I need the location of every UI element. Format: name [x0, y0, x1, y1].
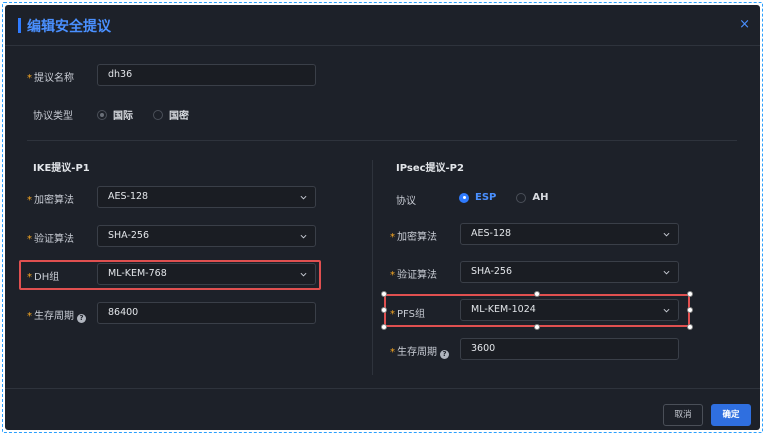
radio-dot-icon: [97, 109, 107, 120]
required-marker: *: [27, 73, 32, 84]
edit-proposal-dialog: 编辑安全提议 × * 提议名称 dh36 协议类型 国际 国密 IKE提议-P1 …: [5, 5, 760, 430]
ike-dh-label: * DH组: [27, 272, 60, 283]
resize-handle[interactable]: [381, 291, 387, 297]
ipsec-protocol-label: 协议: [396, 196, 416, 207]
chevron-down-icon: [663, 270, 670, 275]
radio-dot-icon: [459, 192, 469, 203]
chevron-down-icon: [300, 234, 307, 239]
title-accent-bar: [18, 18, 21, 33]
ipsec-pfs-select[interactable]: ML-KEM-1024: [460, 299, 679, 321]
resize-handle[interactable]: [534, 291, 540, 297]
resize-handle[interactable]: [687, 291, 693, 297]
resize-handle[interactable]: [381, 307, 387, 313]
resize-handle[interactable]: [687, 307, 693, 313]
resize-handle[interactable]: [381, 324, 387, 330]
ike-auth-label: * 验证算法: [27, 234, 74, 245]
ike-encryption-label: * 加密算法: [27, 195, 74, 206]
ipsec-section-title: IPsec提议-P2: [396, 163, 464, 174]
ipsec-lifetime-label: * 生存周期?: [390, 343, 449, 359]
ike-lifetime-label: * 生存周期?: [27, 307, 86, 323]
chevron-down-icon: [300, 195, 307, 200]
proposal-name-input[interactable]: dh36: [97, 64, 316, 86]
ipsec-encryption-select[interactable]: AES-128: [460, 223, 679, 245]
help-icon[interactable]: ?: [440, 350, 449, 359]
ipsec-auth-select[interactable]: SHA-256: [460, 261, 679, 283]
radio-dot-icon: [516, 192, 527, 203]
column-divider: [372, 160, 373, 375]
confirm-button[interactable]: 确定: [711, 404, 751, 426]
radio-national[interactable]: 国密: [153, 107, 189, 122]
chevron-down-icon: [663, 232, 670, 237]
help-icon[interactable]: ?: [77, 314, 86, 323]
ipsec-pfs-label: * PFS组: [390, 309, 425, 320]
ike-lifetime-input[interactable]: 86400: [97, 302, 316, 324]
resize-handle[interactable]: [534, 324, 540, 330]
ike-auth-select[interactable]: SHA-256: [97, 225, 316, 247]
section-divider: [27, 140, 737, 141]
ipsec-auth-label: * 验证算法: [390, 270, 437, 281]
radio-ah[interactable]: AH: [516, 192, 548, 203]
proposal-name-label: * 提议名称: [27, 73, 74, 84]
header-divider: [5, 45, 760, 46]
ipsec-encryption-label: * 加密算法: [390, 232, 437, 243]
protocol-type-label: 协议类型: [33, 111, 73, 122]
resize-handle[interactable]: [687, 324, 693, 330]
ike-dh-select[interactable]: ML-KEM-768: [97, 263, 316, 285]
radio-dot-icon: [153, 109, 163, 120]
footer-divider: [5, 388, 760, 389]
ipsec-protocol-radio-group: ESP AH: [459, 192, 568, 203]
radio-esp[interactable]: ESP: [459, 192, 496, 203]
close-icon[interactable]: ×: [739, 17, 750, 32]
ipsec-lifetime-input[interactable]: 3600: [460, 338, 679, 360]
ike-encryption-select[interactable]: AES-128: [97, 186, 316, 208]
chevron-down-icon: [663, 308, 670, 313]
dialog-header: 编辑安全提议 ×: [5, 5, 760, 45]
dialog-title: 编辑安全提议: [27, 19, 111, 35]
radio-international[interactable]: 国际: [97, 107, 133, 122]
chevron-down-icon: [300, 272, 307, 277]
ike-section-title: IKE提议-P1: [33, 163, 90, 174]
cancel-button[interactable]: 取消: [663, 404, 703, 426]
protocol-type-radio-group: 国际 国密: [97, 107, 209, 122]
